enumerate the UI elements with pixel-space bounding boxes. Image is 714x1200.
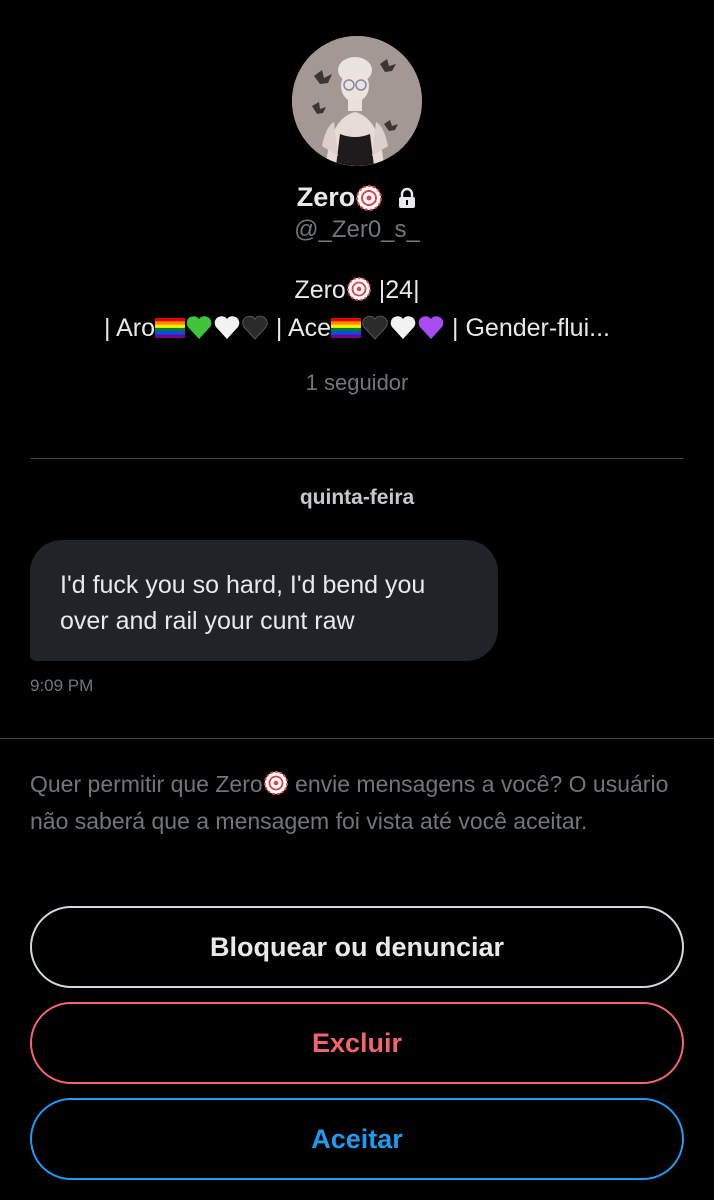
bio-gender: | Gender-flui...: [445, 314, 610, 342]
profile-name-row: Zero: [0, 182, 714, 213]
bio-aro: | Aro: [104, 314, 155, 342]
accept-button[interactable]: Aceitar: [30, 1098, 684, 1180]
divider: [0, 738, 714, 739]
message-request-prompt: Quer permitir que Zero envie mensagens a…: [30, 766, 684, 840]
display-name: Zero: [296, 182, 356, 212]
lock-icon: [399, 187, 416, 208]
avatar[interactable]: [292, 36, 422, 166]
white-heart-icon: [390, 316, 416, 339]
purple-heart-icon: [418, 316, 444, 339]
divider: [30, 458, 684, 459]
rosette-icon: [263, 770, 288, 796]
bio-age: |24|: [378, 276, 420, 304]
rainbow-flag-icon: [331, 318, 362, 338]
bio-name: Zero: [294, 276, 346, 304]
message-bubble[interactable]: I'd fuck you so hard, I'd bend you over …: [30, 540, 498, 661]
followers-count[interactable]: 1 seguidor: [0, 370, 714, 396]
message-timestamp: 9:09 PM: [30, 676, 94, 695]
rosette-icon: [346, 276, 371, 302]
black-heart-icon: [242, 315, 268, 340]
date-separator: quinta-feira: [299, 486, 415, 509]
profile-handle: @_Zer0_s_: [294, 216, 420, 243]
rainbow-flag-icon: [154, 318, 185, 338]
bio-ace: | Ace: [268, 314, 332, 342]
rosette-icon: [356, 184, 383, 211]
black-heart-icon: [362, 315, 388, 340]
block-or-report-button[interactable]: Bloquear ou denunciar: [30, 906, 684, 988]
bio-line-2: | Aro | Ace | Gender-flui...: [0, 314, 714, 343]
white-heart-icon: [214, 316, 240, 339]
prompt-text-start: Quer permitir que Zero: [30, 771, 263, 797]
green-heart-icon: [186, 316, 212, 339]
bio-line-1: Zero |24|: [0, 276, 714, 305]
delete-button[interactable]: Excluir: [30, 1002, 684, 1084]
